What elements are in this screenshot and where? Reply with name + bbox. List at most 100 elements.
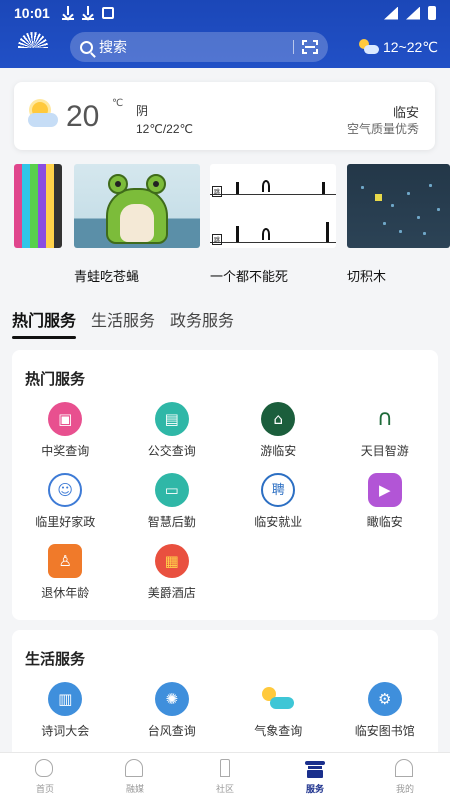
service-bus-query[interactable]: ▤ 公交查询: [119, 402, 226, 459]
game-thumbnail-stars[interactable]: [14, 164, 62, 248]
employment-icon: 聘: [261, 473, 296, 507]
hotel-icon: ▦: [154, 544, 189, 578]
download-icon: [61, 6, 74, 20]
header-weather[interactable]: 12~22℃: [358, 38, 438, 56]
wallet-icon: ▭: [154, 473, 189, 507]
game-carousel: 跳 跳 青蛙吃苍蝇 一个都不能死 切积木: [0, 162, 450, 287]
bus-icon: ▤: [154, 402, 189, 436]
weather-icon: [261, 682, 295, 716]
service-poetry[interactable]: ▥ 诗词大会: [12, 682, 119, 739]
wifi-icon: [384, 6, 398, 20]
notification-icon: [101, 7, 114, 19]
game-label-blocks[interactable]: 切积木: [347, 266, 386, 285]
tabbar-services[interactable]: 服务: [270, 753, 360, 800]
frog-icon: [102, 174, 172, 246]
walking-icon: ♙: [48, 544, 83, 578]
atom-icon: ✺: [154, 682, 189, 716]
service-label: 诗词大会: [41, 724, 90, 738]
pagoda-icon: [215, 758, 235, 779]
service-typhoon[interactable]: ✺ 台风查询: [119, 682, 226, 739]
section-title: 热门服务: [25, 371, 86, 388]
service-smart-logistics[interactable]: ▭ 智慧后勤: [119, 473, 226, 530]
weather-city: 临安: [392, 105, 419, 120]
weather-unit: ℃: [112, 98, 124, 109]
battery-icon: [428, 6, 436, 20]
service-employment[interactable]: 聘 临安就业: [225, 473, 332, 530]
tabbar-label: 我的: [395, 783, 414, 794]
tab-life-services[interactable]: 生活服务: [91, 307, 155, 331]
service-label: 智慧后勤: [147, 515, 196, 529]
service-label: 临安就业: [254, 515, 303, 529]
gear-icon: ⚙: [367, 682, 402, 716]
search-bar[interactable]: 搜索: [70, 32, 328, 62]
search-icon: [80, 40, 93, 54]
weather-condition: 阴: [136, 104, 149, 118]
service-label: 临安图书馆: [354, 724, 415, 738]
tab-hot-services[interactable]: 热门服务: [12, 307, 77, 339]
profile-icon: [395, 758, 415, 779]
scan-icon[interactable]: [302, 40, 318, 54]
gate-icon: [305, 759, 325, 779]
tabbar-community[interactable]: 社区: [180, 753, 270, 800]
section-title: 生活服务: [25, 651, 86, 668]
divider: [293, 40, 294, 54]
signal-icon: [406, 6, 420, 20]
service-housekeeping[interactable]: ☺ 临里好家政: [12, 473, 119, 530]
game-thumbnail-frog[interactable]: [74, 164, 200, 248]
header-temp-range: 12~22℃: [382, 38, 438, 55]
service-tabs: 热门服务 生活服务 政务服务: [12, 307, 234, 339]
status-bar: 10:01: [0, 0, 450, 26]
weather-card[interactable]: 20 ℃ 阴 12℃/22℃ 临安 空气质量优秀: [14, 82, 435, 150]
service-retirement-age[interactable]: ♙ 退休年龄: [12, 544, 119, 601]
service-tour-linan[interactable]: ⌂ 游临安: [225, 402, 332, 459]
media-icon: [125, 758, 145, 779]
tabbar-label: 首页: [35, 783, 54, 794]
partly-cloudy-icon: [28, 102, 62, 130]
service-label: 中奖查询: [41, 444, 90, 458]
service-label: 天目智游: [360, 444, 409, 458]
service-label: 退休年龄: [41, 586, 90, 600]
tab-government-services[interactable]: 政务服务: [170, 307, 234, 331]
service-view-linan[interactable]: ▶ 瞰临安: [332, 473, 439, 530]
app-logo: [12, 30, 60, 64]
download-icon: [81, 6, 94, 20]
life-services-card: 生活服务 ▥ 诗词大会 ✺ 台风查询 气象查询 ⚙ 临安图书馆: [12, 630, 438, 760]
tabbar-media[interactable]: 融媒: [90, 753, 180, 800]
app-header: 10:01 搜索 12~22℃: [0, 0, 450, 68]
tabbar-label: 融媒: [125, 783, 144, 794]
tabbar-label: 社区: [215, 783, 234, 794]
service-label: 气象查询: [254, 724, 303, 738]
gift-icon: ▣: [48, 402, 83, 436]
housekeeping-icon: ☺: [48, 473, 83, 507]
service-label: 临里好家政: [35, 515, 96, 529]
service-library[interactable]: ⚙ 临安图书馆: [332, 682, 439, 739]
weather-range: 12℃/22℃: [136, 122, 193, 136]
service-weather[interactable]: 气象查询: [225, 682, 332, 739]
game-thumbnail-runner[interactable]: 跳 跳: [210, 164, 336, 248]
tabbar-home[interactable]: 首页: [0, 753, 90, 800]
home-icon: [35, 758, 55, 779]
search-placeholder: 搜索: [99, 39, 127, 55]
hot-services-card: 热门服务 ▣ 中奖查询 ▤ 公交查询 ⌂ 游临安 ∩ 天目智游 ☺ 临里好家政 …: [12, 350, 438, 620]
service-lottery-check[interactable]: ▣ 中奖查询: [12, 402, 119, 459]
game-thumbnail-blocks[interactable]: [347, 164, 450, 248]
service-label: 游临安: [260, 444, 297, 458]
service-label: 美爵酒店: [147, 586, 196, 600]
book-icon: ▥: [48, 682, 83, 716]
partly-cloudy-icon: [358, 39, 379, 55]
tour-icon: ⌂: [261, 402, 296, 436]
mountain-icon: ∩: [367, 402, 402, 436]
tabbar-me[interactable]: 我的: [360, 753, 450, 800]
status-time: 10:01: [14, 5, 50, 21]
game-label-frog[interactable]: 青蛙吃苍蝇: [74, 266, 139, 285]
tabbar-label: 服务: [305, 783, 324, 794]
weather-temperature: 20: [66, 100, 100, 133]
service-tianmu-tour[interactable]: ∩ 天目智游: [332, 402, 439, 459]
service-label: 台风查询: [147, 724, 196, 738]
air-quality: 空气质量优秀: [346, 122, 419, 136]
game-label-runner[interactable]: 一个都不能死: [210, 266, 288, 285]
service-label: 公交查询: [147, 444, 196, 458]
service-label: 瞰临安: [366, 515, 403, 529]
service-meijue-hotel[interactable]: ▦ 美爵酒店: [119, 544, 226, 601]
bottom-tab-bar: 首页 融媒 社区 服务 我的: [0, 752, 450, 800]
